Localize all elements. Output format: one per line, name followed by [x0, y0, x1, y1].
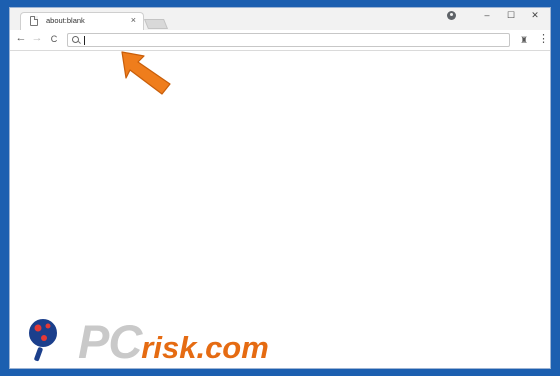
text-cursor [84, 36, 85, 45]
watermark-brand: PCrisk.com [78, 314, 269, 369]
reload-icon[interactable]: C [47, 34, 61, 44]
tab-title: about:blank [46, 16, 85, 25]
close-icon[interactable]: × [131, 15, 136, 25]
minimize-icon[interactable]: – [480, 10, 494, 20]
page-icon [30, 16, 38, 26]
forward-icon[interactable]: → [30, 32, 44, 44]
maximize-icon[interactable]: ☐ [504, 10, 518, 21]
extension-icon[interactable]: ♜ [520, 35, 528, 46]
tab-about-blank[interactable]: about:blank × [20, 12, 144, 30]
magnifier-logo-icon [27, 317, 59, 362]
watermark: PCrisk.com [20, 312, 340, 368]
new-tab-button[interactable] [143, 19, 169, 29]
title-bar: about:blank × – ☐ ✕ [10, 8, 550, 30]
profile-icon[interactable] [447, 11, 456, 20]
window-close-icon[interactable]: ✕ [528, 10, 542, 21]
address-bar[interactable] [67, 33, 510, 47]
watermark-risk: risk.com [141, 330, 269, 365]
toolbar: ← → C ♜ ⋮ [10, 30, 550, 51]
search-icon [72, 36, 79, 43]
menu-icon[interactable]: ⋮ [538, 32, 549, 45]
screenshot-frame: about:blank × – ☐ ✕ ← → C ♜ ⋮ PCrisk.com [0, 0, 560, 376]
pointer-arrow-icon [121, 51, 171, 95]
back-icon[interactable]: ← [14, 32, 28, 44]
watermark-pc: PC [78, 315, 142, 368]
